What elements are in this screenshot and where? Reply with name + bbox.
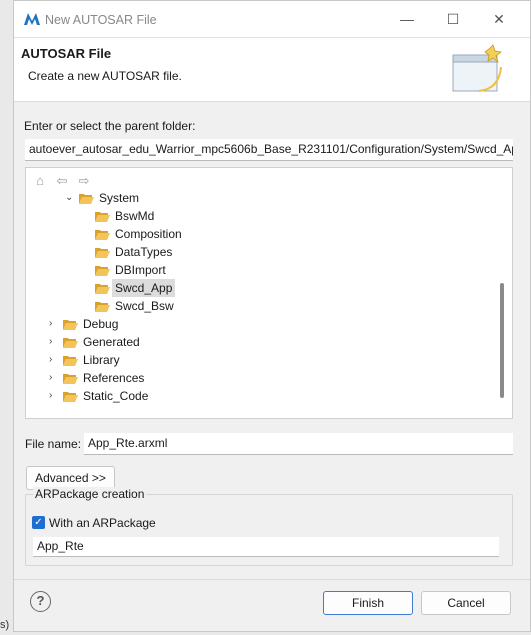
chevron-right-icon[interactable]: ›	[49, 369, 59, 387]
folder-open-icon	[63, 338, 78, 348]
tree-item-swcd-bsw[interactable]: Swcd_Bsw	[26, 297, 496, 315]
parent-folder-label: Enter or select the parent folder:	[24, 119, 196, 133]
folder-open-icon	[63, 392, 78, 402]
tree-item-label: Composition	[115, 227, 182, 241]
chevron-right-icon[interactable]: ›	[49, 387, 59, 405]
chevron-right-icon[interactable]: ›	[49, 351, 59, 369]
tree-item-label: Swcd_Bsw	[115, 299, 174, 313]
tree-item-label: System	[99, 191, 140, 205]
cancel-button[interactable]: Cancel	[421, 591, 511, 615]
new-file-wizard-icon	[452, 44, 502, 92]
tree-item-swcd-app[interactable]: Swcd_App	[26, 279, 496, 297]
folder-open-icon	[63, 320, 78, 330]
divider	[14, 579, 530, 580]
tree-item-label: Generated	[83, 335, 140, 349]
window-title: New AUTOSAR File	[45, 13, 157, 27]
folder-open-icon	[63, 356, 78, 366]
tree-item-library[interactable]: › Library	[26, 351, 496, 369]
arpackage-group: ARPackage creation ✓ With an ARPackage A…	[25, 487, 513, 566]
with-arpackage-checkbox[interactable]: ✓	[32, 516, 45, 529]
tree-item-label: Library	[83, 353, 120, 367]
forward-icon[interactable]: ⇨	[75, 172, 93, 190]
folder-open-icon	[95, 230, 110, 240]
tree-item-label: Static_Code	[83, 389, 149, 403]
folder-open-icon	[79, 194, 94, 204]
help-icon[interactable]: ?	[30, 591, 51, 612]
tree-item-generated[interactable]: › Generated	[26, 333, 496, 351]
banner-title: AUTOSAR File	[21, 46, 112, 61]
tree-item-label: References	[83, 371, 145, 385]
file-name-label: File name:	[25, 437, 82, 451]
minimize-icon[interactable]: —	[396, 8, 418, 30]
tree-item-dbimport[interactable]: DBImport	[26, 261, 496, 279]
folder-open-icon	[95, 248, 110, 258]
home-icon[interactable]: ⌂	[31, 172, 49, 190]
tree-item-label: Swcd_App	[112, 279, 176, 297]
back-icon[interactable]: ⇦	[53, 172, 71, 190]
folder-open-icon	[95, 266, 110, 276]
tree-item-static-code[interactable]: › Static_Code	[26, 387, 496, 405]
banner-description: Create a new AUTOSAR file.	[28, 69, 182, 83]
arpackage-group-title: ARPackage creation	[33, 487, 147, 501]
background-text: s)	[0, 619, 10, 631]
title-bar: New AUTOSAR File — ☐ ✕	[14, 1, 530, 38]
tree-item-datatypes[interactable]: DataTypes	[26, 243, 496, 261]
tree-item-references[interactable]: › References	[26, 369, 496, 387]
chevron-down-icon[interactable]: ⌄	[65, 189, 75, 207]
tree-item-debug[interactable]: › Debug	[26, 315, 496, 333]
tree-item-system[interactable]: ⌄ System	[26, 189, 496, 207]
folder-open-icon	[95, 212, 110, 222]
file-name-input[interactable]: App_Rte.arxml	[84, 433, 513, 455]
folder-open-icon	[95, 302, 110, 312]
tree-item-label: DataTypes	[115, 245, 173, 259]
tree-item-composition[interactable]: Composition	[26, 225, 496, 243]
close-icon[interactable]: ✕	[488, 8, 510, 30]
wizard-banner: AUTOSAR File Create a new AUTOSAR file.	[14, 38, 530, 102]
folder-open-icon	[63, 374, 78, 384]
finish-button[interactable]: Finish	[323, 591, 413, 615]
tree-item-label: Debug	[83, 317, 119, 331]
parent-folder-input[interactable]: autoever_autosar_edu_Warrior_mpc5606b_Ba…	[25, 139, 513, 161]
folder-tree: ⌂ ⇦ ⇨ ⌄ System BswMd Composition DataTyp…	[25, 167, 513, 419]
with-arpackage-label: With an ARPackage	[49, 516, 156, 530]
tree-item-label: DBImport	[115, 263, 166, 277]
arpackage-input[interactable]: App_Rte	[33, 537, 499, 557]
autosar-logo-icon	[24, 13, 40, 25]
chevron-right-icon[interactable]: ›	[49, 315, 59, 333]
folder-open-icon	[95, 284, 110, 294]
tree-item-label: BswMd	[115, 209, 155, 223]
maximize-icon[interactable]: ☐	[442, 8, 464, 30]
tree-item-bswmd[interactable]: BswMd	[26, 207, 496, 225]
chevron-right-icon[interactable]: ›	[49, 333, 59, 351]
new-autosar-file-dialog: New AUTOSAR File — ☐ ✕ AUTOSAR File Crea…	[13, 0, 531, 632]
tree-scrollbar[interactable]	[500, 283, 504, 398]
